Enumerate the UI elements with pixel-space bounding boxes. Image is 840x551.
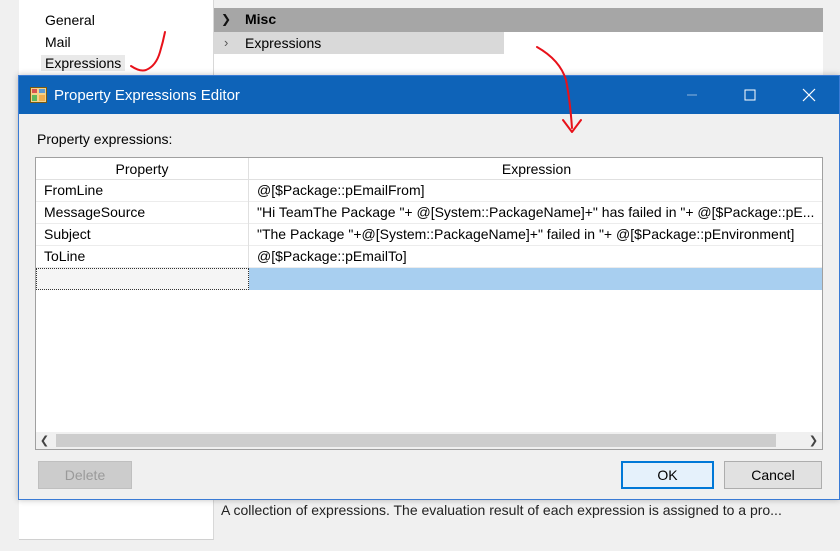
table-row[interactable]: ToLine @[$Package::pEmailTo]: [36, 246, 822, 268]
property-cell[interactable]: ToLine: [36, 246, 249, 268]
scrollbar-thumb[interactable]: [56, 434, 776, 447]
category-label: Misc: [245, 11, 277, 27]
chevron-right-icon[interactable]: ›: [224, 35, 228, 50]
table-row[interactable]: Subject "The Package "+@[System::Package…: [36, 224, 822, 246]
cancel-button[interactable]: Cancel: [724, 461, 822, 489]
minimize-icon: [687, 94, 697, 96]
close-icon: [802, 88, 816, 102]
horizontal-scrollbar[interactable]: ❮ ❯: [36, 432, 822, 449]
property-expressions-dialog: Property Expressions Editor Property exp…: [18, 75, 840, 500]
property-label: Expressions: [245, 35, 322, 51]
property-cell[interactable]: FromLine: [36, 180, 249, 202]
category-row-misc[interactable]: ❯ Misc: [214, 8, 823, 32]
expression-cell[interactable]: @[$Package::pEmailFrom]: [249, 180, 822, 202]
options-item-expressions[interactable]: Expressions: [41, 55, 126, 71]
column-header-expression[interactable]: Expression: [249, 158, 822, 180]
close-button[interactable]: [786, 76, 832, 114]
dialog-titlebar[interactable]: Property Expressions Editor: [19, 76, 839, 114]
expressions-grid: Property Expression FromLine @[$Package:…: [35, 157, 823, 450]
table-row[interactable]: MessageSource "Hi TeamThe Package "+ @[S…: [36, 202, 822, 224]
property-value-box[interactable]: [504, 32, 823, 54]
property-row-expressions[interactable]: › Expressions: [214, 32, 823, 54]
new-row[interactable]: [36, 268, 822, 290]
description-text: A collection of expressions. The evaluat…: [221, 502, 782, 518]
property-cell[interactable]: MessageSource: [36, 202, 249, 224]
options-item-mail[interactable]: Mail: [45, 34, 71, 50]
delete-button[interactable]: Delete: [38, 461, 132, 489]
property-cell[interactable]: Subject: [36, 224, 249, 246]
expression-cell[interactable]: @[$Package::pEmailTo]: [249, 246, 822, 268]
app-icon: [30, 87, 47, 103]
scroll-right-icon[interactable]: ❯: [805, 432, 822, 449]
maximize-icon: [744, 89, 756, 101]
ok-button[interactable]: OK: [621, 461, 714, 489]
column-header-property[interactable]: Property: [36, 158, 249, 180]
dialog-title: Property Expressions Editor: [54, 87, 240, 104]
options-item-general[interactable]: General: [45, 12, 95, 28]
new-property-cell[interactable]: [36, 268, 249, 290]
minimize-button[interactable]: [669, 76, 715, 114]
scroll-left-icon[interactable]: ❮: [36, 432, 53, 449]
expression-cell[interactable]: "The Package "+@[System::PackageName]+" …: [249, 224, 822, 246]
description-panel: A collection of expressions. The evaluat…: [214, 495, 826, 551]
expression-cell[interactable]: "Hi TeamThe Package "+ @[System::Package…: [249, 202, 822, 224]
section-label: Property expressions:: [37, 131, 173, 147]
grid-header: Property Expression: [36, 158, 822, 180]
chevron-down-icon[interactable]: ❯: [221, 12, 231, 26]
new-expression-cell[interactable]: [249, 268, 822, 290]
table-row[interactable]: FromLine @[$Package::pEmailFrom]: [36, 180, 822, 202]
maximize-button[interactable]: [727, 76, 773, 114]
